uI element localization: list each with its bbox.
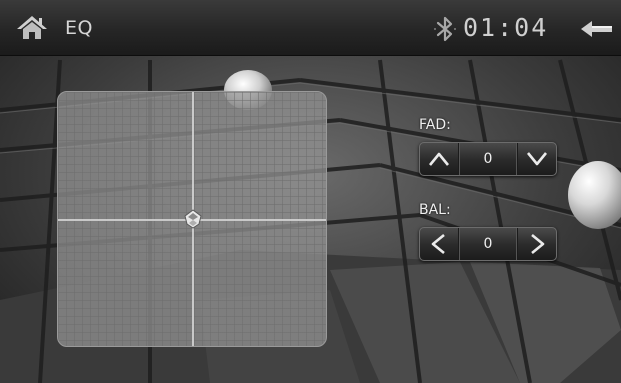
fader-up-button[interactable]	[420, 143, 458, 175]
eq-screen: EQ 01:04 FAD: 0 BAL: 0	[0, 0, 621, 383]
fader-stepper: 0	[419, 142, 557, 176]
page-title: EQ	[65, 17, 93, 39]
back-button[interactable]	[578, 14, 616, 44]
chevron-up-icon	[428, 152, 450, 166]
chevron-left-icon	[431, 233, 445, 255]
bluetooth-icon	[434, 16, 456, 42]
fader-label: FAD:	[419, 117, 451, 133]
home-icon	[17, 16, 47, 39]
balance-right-button[interactable]	[518, 228, 556, 260]
balance-value: 0	[458, 228, 518, 260]
balance-label: BAL:	[419, 202, 451, 218]
chevron-down-icon	[526, 152, 548, 166]
back-arrow-icon	[581, 21, 612, 37]
fader-value: 0	[458, 143, 518, 175]
clock: 01:04	[463, 13, 549, 42]
top-bar: EQ 01:04	[0, 0, 621, 56]
home-button[interactable]	[14, 12, 50, 44]
balance-left-button[interactable]	[420, 228, 458, 260]
position-marker-icon[interactable]	[184, 209, 202, 229]
fader-balance-pad[interactable]	[57, 91, 327, 347]
balance-stepper: 0	[419, 227, 557, 261]
chevron-right-icon	[531, 233, 545, 255]
fader-down-button[interactable]	[518, 143, 556, 175]
